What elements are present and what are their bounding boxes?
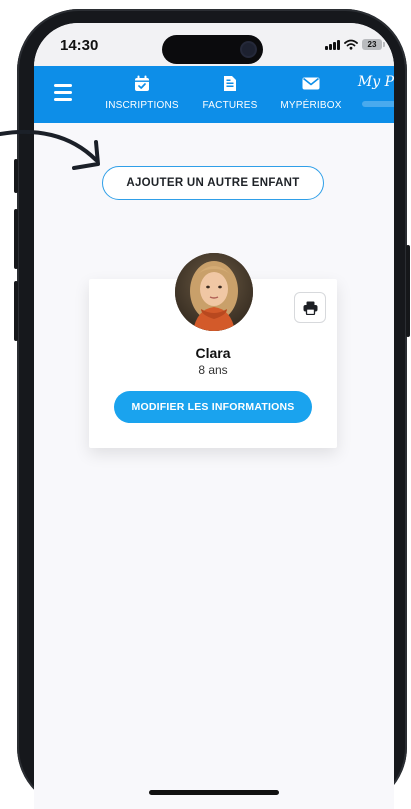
brand-logo: My P	[357, 74, 394, 107]
brand-text: My P	[357, 74, 394, 90]
phone-volume-up-button	[14, 209, 18, 269]
home-indicator	[149, 790, 279, 795]
annotation-arrow-icon	[0, 129, 100, 170]
dynamic-island	[162, 35, 263, 64]
top-navbar: INSCRIPTIONS FACTURES MYPÉRIBOX My P	[34, 66, 394, 123]
wifi-icon	[344, 39, 358, 50]
calendar-check-icon	[135, 75, 149, 91]
phone-volume-down-button	[14, 281, 18, 341]
brand-subtext-blur	[361, 101, 394, 107]
battery-icon: 23	[362, 39, 385, 50]
child-photo	[175, 253, 253, 331]
child-name: Clara	[195, 345, 231, 361]
nav-item-factures[interactable]: FACTURES	[201, 72, 259, 111]
child-avatar	[175, 253, 253, 331]
mail-icon	[302, 77, 320, 89]
add-child-button[interactable]: AJOUTER UN AUTRE ENFANT	[102, 166, 324, 200]
signal-icon	[325, 39, 340, 50]
print-button[interactable]	[294, 292, 326, 323]
edit-info-button[interactable]: MODIFIER LES INFORMATIONS	[114, 391, 312, 423]
status-bar: 14:30 23	[34, 23, 394, 66]
hamburger-menu-icon[interactable]	[54, 84, 72, 101]
printer-icon	[303, 301, 317, 315]
nav-label-inscriptions: INSCRIPTIONS	[105, 100, 179, 111]
camera-icon	[242, 43, 255, 56]
nav-label-factures: FACTURES	[202, 100, 258, 111]
child-age: 8 ans	[198, 363, 228, 377]
battery-level: 23	[367, 40, 377, 49]
nav-label-myperibox: MYPÉRIBOX	[280, 100, 342, 111]
invoice-icon	[224, 75, 236, 91]
status-time: 14:30	[60, 37, 99, 54]
status-icons: 23	[325, 39, 385, 50]
nav-item-myperibox[interactable]: MYPÉRIBOX	[276, 72, 346, 111]
nav-item-inscriptions[interactable]: INSCRIPTIONS	[104, 72, 180, 111]
phone-power-button	[406, 245, 410, 337]
